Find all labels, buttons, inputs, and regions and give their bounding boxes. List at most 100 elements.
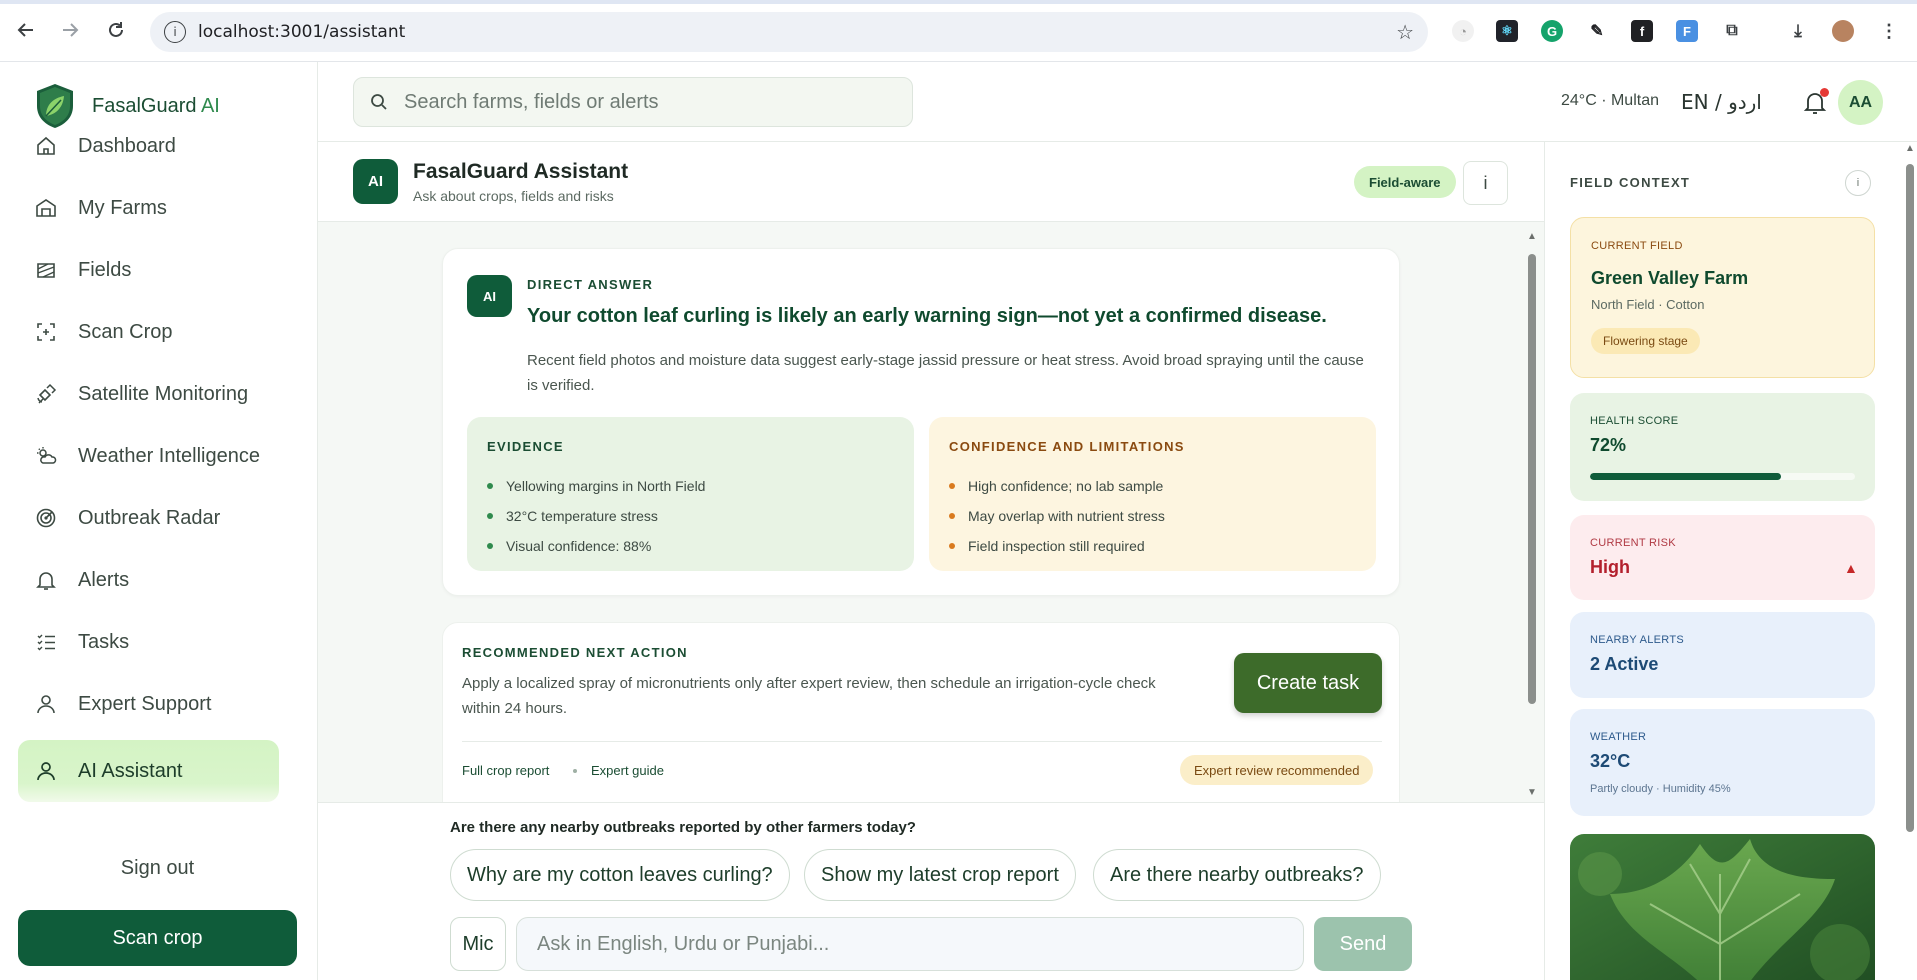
sidebar-item-label: Outbreak Radar: [78, 506, 221, 529]
bullet-dot: [949, 483, 955, 489]
next-action-card: RECOMMENDED NEXT ACTION Apply a localize…: [442, 622, 1400, 802]
bullet-dot: [487, 483, 493, 489]
bullet-dot: [487, 513, 493, 519]
sidebar-item-label: Satellite Monitoring: [78, 382, 249, 405]
panel-scroll-thumb[interactable]: [1906, 164, 1914, 832]
notification-dot: [1820, 88, 1829, 97]
list-item: High confidence; no lab sample: [949, 471, 1165, 501]
direct-answer-label: DIRECT ANSWER: [527, 277, 654, 292]
sidebar-item-tasks[interactable]: Tasks: [18, 616, 279, 668]
sidebar-item-label: Weather Intelligence: [78, 444, 260, 467]
list-item: Visual confidence: 88%: [487, 531, 705, 561]
create-task-button[interactable]: Create task: [1234, 653, 1382, 713]
scroll-down-icon[interactable]: ▼: [1526, 788, 1538, 798]
health-score-value: 72%: [1590, 435, 1627, 455]
sidebar-item-label: Dashboard: [78, 134, 176, 157]
weather-caption: WEATHER: [1590, 731, 1647, 743]
sign-out-link[interactable]: Sign out: [18, 857, 297, 880]
search-box[interactable]: [353, 77, 913, 127]
notifications-button[interactable]: [1801, 88, 1829, 116]
sidebar-item-my-farms[interactable]: My Farms: [18, 182, 279, 234]
search-input[interactable]: [404, 90, 884, 114]
sidebar-item-label: Alerts: [78, 568, 130, 591]
current-field-name: Green Valley Farm: [1591, 268, 1749, 288]
sidebar-item-alerts[interactable]: Alerts: [18, 554, 279, 606]
language-toggle[interactable]: EN / اردو: [1681, 90, 1762, 114]
field-context-info-button[interactable]: i: [1845, 170, 1871, 196]
ai-message-badge: AI: [467, 275, 512, 317]
field-context-title: FIELD CONTEXT: [1570, 175, 1691, 190]
full-crop-report-link[interactable]: Full crop report: [462, 763, 549, 778]
color-picker-icon[interactable]: ✎: [1586, 20, 1608, 42]
sidebar-item-dashboard[interactable]: Dashboard: [18, 120, 279, 172]
chat-scrollbar[interactable]: ▲ ▼: [1526, 232, 1538, 802]
tab-strip-edge: [0, 0, 1917, 4]
scan-crop-button[interactable]: Scan crop: [18, 910, 297, 966]
weather-summary: 24°C · Multan: [1561, 92, 1659, 109]
chat-messages: AI DIRECT ANSWER Your cotton leaf curlin…: [318, 222, 1544, 802]
forward-icon[interactable]: [58, 18, 82, 42]
field-icon: [34, 258, 58, 282]
composer: Are there any nearby outbreaks reported …: [318, 802, 1544, 980]
current-field-card[interactable]: CURRENT FIELD Green Valley Farm North Fi…: [1570, 217, 1875, 378]
health-score-caption: HEALTH SCORE: [1590, 415, 1679, 427]
sidebar-item-fields[interactable]: Fields: [18, 244, 279, 296]
message-box[interactable]: [516, 917, 1304, 971]
weather-detail: Partly cloudy · Humidity 45%: [1590, 783, 1731, 795]
sidebar-item-label: My Farms: [78, 196, 167, 219]
site-info-icon[interactable]: i: [164, 21, 186, 43]
extension-icon[interactable]: ◔: [1452, 20, 1474, 42]
avatar[interactable]: AA: [1838, 80, 1883, 125]
panel-scroll-up-icon[interactable]: ▲: [1904, 144, 1916, 154]
sidebar-item-label: Scan Crop: [78, 320, 173, 343]
sidebar-item-satellite-monitoring[interactable]: Satellite Monitoring: [18, 368, 279, 420]
sidebar-item-label: Fields: [78, 258, 132, 281]
list-item: Field inspection still required: [949, 531, 1165, 561]
send-button[interactable]: Send: [1314, 917, 1412, 971]
info-button[interactable]: i: [1463, 161, 1508, 205]
suggestion-chip[interactable]: Are there nearby outbreaks?: [1093, 849, 1381, 901]
profile-photo-icon[interactable]: [1832, 20, 1854, 42]
user-icon: [34, 692, 58, 716]
answer-body: Recent field photos and moisture data su…: [527, 352, 1364, 394]
ft-extension-icon[interactable]: F: [1676, 20, 1698, 42]
sidebar-item-ai-assistant[interactable]: AI Assistant: [18, 740, 279, 802]
scroll-up-icon[interactable]: ▲: [1526, 232, 1538, 242]
health-progress-bar: [1590, 473, 1855, 480]
expert-guide-link[interactable]: Expert guide: [591, 763, 664, 778]
back-icon[interactable]: [14, 18, 38, 42]
chat-scroll-thumb[interactable]: [1528, 254, 1536, 704]
current-field-sub: North Field · Cotton: [1591, 297, 1705, 312]
sidebar-item-expert-support[interactable]: Expert Support: [18, 678, 279, 730]
health-progress-fill: [1590, 473, 1781, 480]
mic-button[interactable]: Mic: [450, 917, 506, 971]
scan-icon: [34, 320, 58, 344]
reload-icon[interactable]: [104, 18, 128, 42]
sidebar-item-weather-intelligence[interactable]: Weather Intelligence: [18, 430, 279, 482]
direct-answer-card: AI DIRECT ANSWER Your cotton leaf curlin…: [442, 248, 1400, 596]
sidebar-item-scan-crop[interactable]: Scan Crop: [18, 306, 279, 358]
fonts-icon[interactable]: f: [1631, 20, 1653, 42]
evidence-box: EVIDENCE Yellowing margins in North Fiel…: [467, 417, 914, 571]
satellite-icon: [34, 382, 58, 406]
address-bar[interactable]: i localhost:3001/assistant ☆: [150, 12, 1428, 52]
suggestion-chip[interactable]: Show my latest crop report: [804, 849, 1076, 901]
browser-menu-icon[interactable]: ⋮: [1878, 20, 1900, 42]
bookmark-star-icon[interactable]: ☆: [1396, 20, 1414, 45]
nearby-alerts-card[interactable]: NEARBY ALERTS 2 Active: [1570, 612, 1875, 698]
react-devtools-icon[interactable]: ⚛: [1496, 20, 1518, 42]
sidebar-item-label: AI Assistant: [78, 759, 183, 782]
current-risk-card: CURRENT RISK High ▲: [1570, 515, 1875, 600]
bullet-dot: [949, 543, 955, 549]
sidebar-item-outbreak-radar[interactable]: Outbreak Radar: [18, 492, 279, 544]
suggestion-chip[interactable]: Why are my cotton leaves curling?: [450, 849, 790, 901]
separator-dot: [573, 769, 577, 773]
search-icon: [371, 94, 387, 110]
grammarly-icon[interactable]: G: [1541, 20, 1563, 42]
extensions-puzzle-icon[interactable]: ⧉: [1721, 20, 1743, 42]
message-input[interactable]: [537, 932, 1277, 956]
next-action-text: Apply a localized spray of micronutrient…: [462, 675, 1156, 717]
weather-value: 32°C: [1590, 751, 1631, 771]
panel-scrollbar[interactable]: ▲: [1903, 142, 1917, 980]
download-icon[interactable]: ⤓: [1787, 20, 1809, 42]
